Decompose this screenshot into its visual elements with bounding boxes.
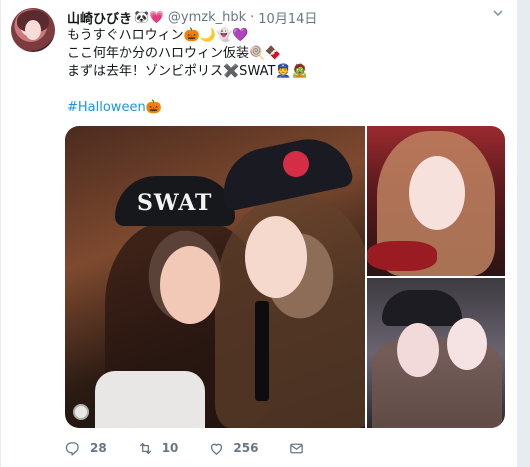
separator-dot: · <box>250 9 255 25</box>
reply-button[interactable]: 28 <box>65 440 107 457</box>
avatar[interactable] <box>11 8 55 52</box>
reply-count: 28 <box>90 441 107 455</box>
tweet-text-line-1: もうすぐハロウィン🎃🌙👻💜 <box>67 28 249 43</box>
main-photo[interactable]: SWAT <box>65 126 365 428</box>
photo-face-left <box>160 246 220 324</box>
user-handle[interactable]: @ymzk_hbk <box>168 10 246 25</box>
tweet-text-line-2: ここ何年か分のハロウィン仮装🍭🍫 <box>67 46 282 61</box>
reply-icon <box>65 441 79 456</box>
like-button[interactable]: 256 <box>208 440 258 457</box>
name-emoji: 🐼💗 <box>134 10 164 24</box>
media-grid: SWAT <box>65 126 505 428</box>
hashtag-link[interactable]: #Halloween🎃 <box>67 100 162 115</box>
display-name[interactable]: 山崎ひびき <box>67 8 132 27</box>
retweet-count: 10 <box>161 441 179 455</box>
gif-indicator-icon <box>73 404 89 420</box>
zombie-makeup <box>367 241 437 271</box>
tweet-card[interactable]: 山崎ひびき 🐼💗 @ymzk_hbk · 10月14日 もうすぐハロウィン🎃🌙👻… <box>0 0 518 467</box>
avatar-face <box>25 20 41 40</box>
tweet-header: 山崎ひびき 🐼💗 @ymzk_hbk · 10月14日 <box>67 8 317 27</box>
photo-face <box>409 156 465 230</box>
tweet-actions: 28 10 256 <box>65 437 343 459</box>
swat-cap: SWAT <box>115 176 235 226</box>
page-background <box>518 0 530 467</box>
white-shirt <box>95 371 205 428</box>
photo-face-right <box>245 216 307 298</box>
tweet-date[interactable]: 10月14日 <box>258 8 317 27</box>
tweet-text: もうすぐハロウィン🎃🌙👻💜 ここ何年か分のハロウィン仮装🍭🍫 まずは去年！ゾンビ… <box>67 27 507 117</box>
message-icon <box>290 443 304 453</box>
photo-face-right <box>447 318 487 370</box>
chevron-down-icon[interactable] <box>493 8 503 18</box>
top-right-photo[interactable] <box>367 126 505 276</box>
tweet-text-line-3: まずは去年！ゾンビポリス✖️SWAT👮🧟 <box>67 64 308 79</box>
bottom-right-photo[interactable] <box>367 278 505 428</box>
retweet-icon <box>139 442 151 454</box>
swat-cap-text: SWAT <box>137 190 213 216</box>
like-icon <box>211 443 223 455</box>
retweet-button[interactable]: 10 <box>137 440 179 457</box>
like-count: 256 <box>233 441 259 455</box>
message-button[interactable] <box>288 440 313 457</box>
photo-face-left <box>397 323 439 377</box>
swat-cap <box>382 290 462 326</box>
toy-gun <box>255 301 269 401</box>
cap-badge <box>283 151 309 177</box>
